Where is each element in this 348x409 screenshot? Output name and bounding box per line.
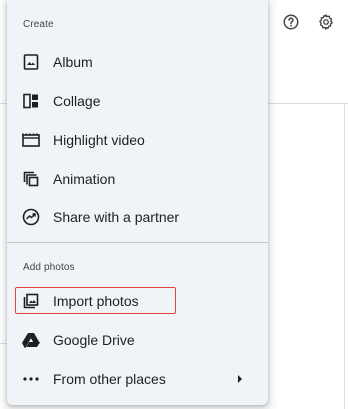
submenu-arrow-icon [238,375,242,383]
menu-item-collage[interactable]: Collage [7,82,268,120]
partner-sharing-icon [22,208,40,226]
more-horiz-icon [22,370,40,388]
collage-icon [22,92,40,110]
menu-divider [7,242,268,243]
menu-item-share-with-partner[interactable]: Share with a partner [7,198,268,236]
menu-item-label: Share with a partner [53,209,180,225]
menu-item-label: Highlight video [53,132,145,148]
menu-item-label: Album [53,54,93,70]
menu-item-highlight-video[interactable]: Highlight video [7,121,268,159]
menu-item-from-other-places[interactable]: From other places [7,360,268,398]
background-panel-edge [344,104,345,409]
menu-item-label: From other places [53,371,166,387]
menu-item-label: Google Drive [53,332,135,348]
movie-icon [22,131,40,149]
add-photos-section-label: Add photos [23,262,75,273]
menu-item-label: Import photos [53,293,139,309]
menu-item-animation[interactable]: Animation [7,160,268,198]
menu-item-album[interactable]: Album [7,43,268,81]
animation-icon [22,170,40,188]
import-photos-icon [22,292,40,310]
settings-icon[interactable] [314,10,338,34]
create-section-label: Create [23,19,54,30]
menu-item-label: Animation [53,171,116,187]
menu-item-google-drive[interactable]: Google Drive [7,321,268,359]
album-icon [22,53,40,71]
menu-item-label: Collage [53,93,101,109]
menu-item-import-photos[interactable]: Import photos [7,282,268,320]
help-icon[interactable] [279,10,303,34]
background-divider-right [268,103,348,104]
create-menu: Create Album Collage Highlight video Ani… [7,0,268,405]
background-divider-left [0,103,7,104]
background-divider-lower [0,343,7,344]
google-drive-icon [22,331,40,349]
